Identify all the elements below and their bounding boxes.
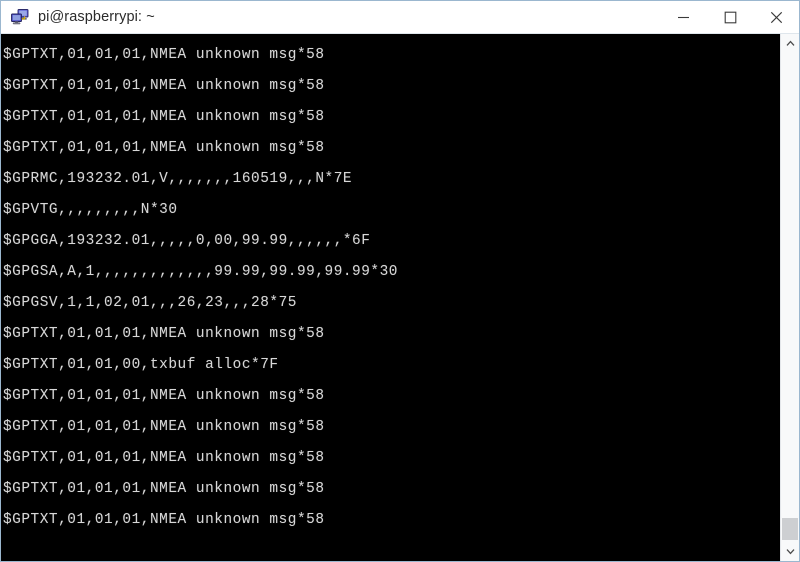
minimize-button[interactable] — [660, 1, 706, 33]
terminal-body: $GPTXT,01,01,01,NMEA unknown msg*58 $GPTX… — [1, 34, 799, 561]
terminal-line: $GPTXT,01,01,01,NMEA unknown msg*58 — [3, 419, 325, 435]
terminal-line: $GPGSV,1,1,02,01,,,26,23,,,28*75 — [3, 295, 297, 311]
title-bar[interactable]: pi@raspberrypi: ~ — [1, 1, 799, 34]
terminal-line: $GPTXT,01,01,00,txbuf alloc*7F — [3, 357, 279, 373]
scrollbar-thumb[interactable] — [782, 518, 798, 540]
chevron-up-icon — [786, 40, 794, 46]
close-icon — [770, 11, 782, 23]
terminal-line: $GPTXT,01,01,01,NMEA unknown msg*58 — [3, 140, 325, 156]
terminal-line: $GPVTG,,,,,,,,,N*30 — [3, 202, 178, 218]
terminal-line: $GPTXT,01,01,01,NMEA unknown msg*58 — [3, 388, 325, 404]
terminal-line: $GPGSA,A,1,,,,,,,,,,,,,99.99,99.99,99.99… — [3, 264, 398, 280]
terminal-line: $GPRMC,193232.01,V,,,,,,,160519,,,N*7E — [3, 171, 353, 187]
window-controls — [660, 1, 799, 33]
maximize-icon — [724, 11, 736, 23]
terminal-line: $GPTXT,01,01,01,NMEA unknown msg*58 — [3, 78, 325, 94]
maximize-button[interactable] — [707, 1, 753, 33]
scroll-up-button[interactable] — [781, 34, 799, 53]
terminal-line-list: $GPTXT,01,01,01,NMEA unknown msg*58 $GPTX… — [1, 34, 780, 536]
window-title: pi@raspberrypi: ~ — [38, 9, 155, 25]
close-button[interactable] — [753, 1, 799, 33]
terminal-line: $GPGGA,193232.01,,,,,0,00,99.99,,,,,,*6F — [3, 233, 371, 249]
terminal-output[interactable]: $GPTXT,01,01,01,NMEA unknown msg*58 $GPTX… — [1, 34, 780, 561]
terminal-line: $GPTXT,01,01,01,NMEA unknown msg*58 — [3, 481, 325, 497]
terminal-line: $GPTXT,01,01,01,NMEA unknown msg*58 — [3, 512, 325, 528]
terminal-window: pi@raspberrypi: ~ $GPTXT,01,01,01,NMEA u… — [0, 0, 800, 562]
chevron-down-icon — [786, 549, 794, 555]
scrollbar-track[interactable] — [781, 53, 799, 542]
terminal-line: $GPTXT,01,01,01,NMEA unknown msg*58 — [3, 109, 325, 125]
putty-terminal-icon — [10, 7, 30, 27]
terminal-line: $GPTXT,01,01,01,NMEA unknown msg*58 — [3, 326, 325, 342]
terminal-line: $GPTXT,01,01,01,NMEA unknown msg*58 — [3, 47, 325, 63]
vertical-scrollbar[interactable] — [780, 34, 799, 561]
scroll-down-button[interactable] — [781, 542, 799, 561]
minimize-icon — [677, 16, 689, 18]
terminal-line: $GPTXT,01,01,01,NMEA unknown msg*58 — [3, 450, 325, 466]
